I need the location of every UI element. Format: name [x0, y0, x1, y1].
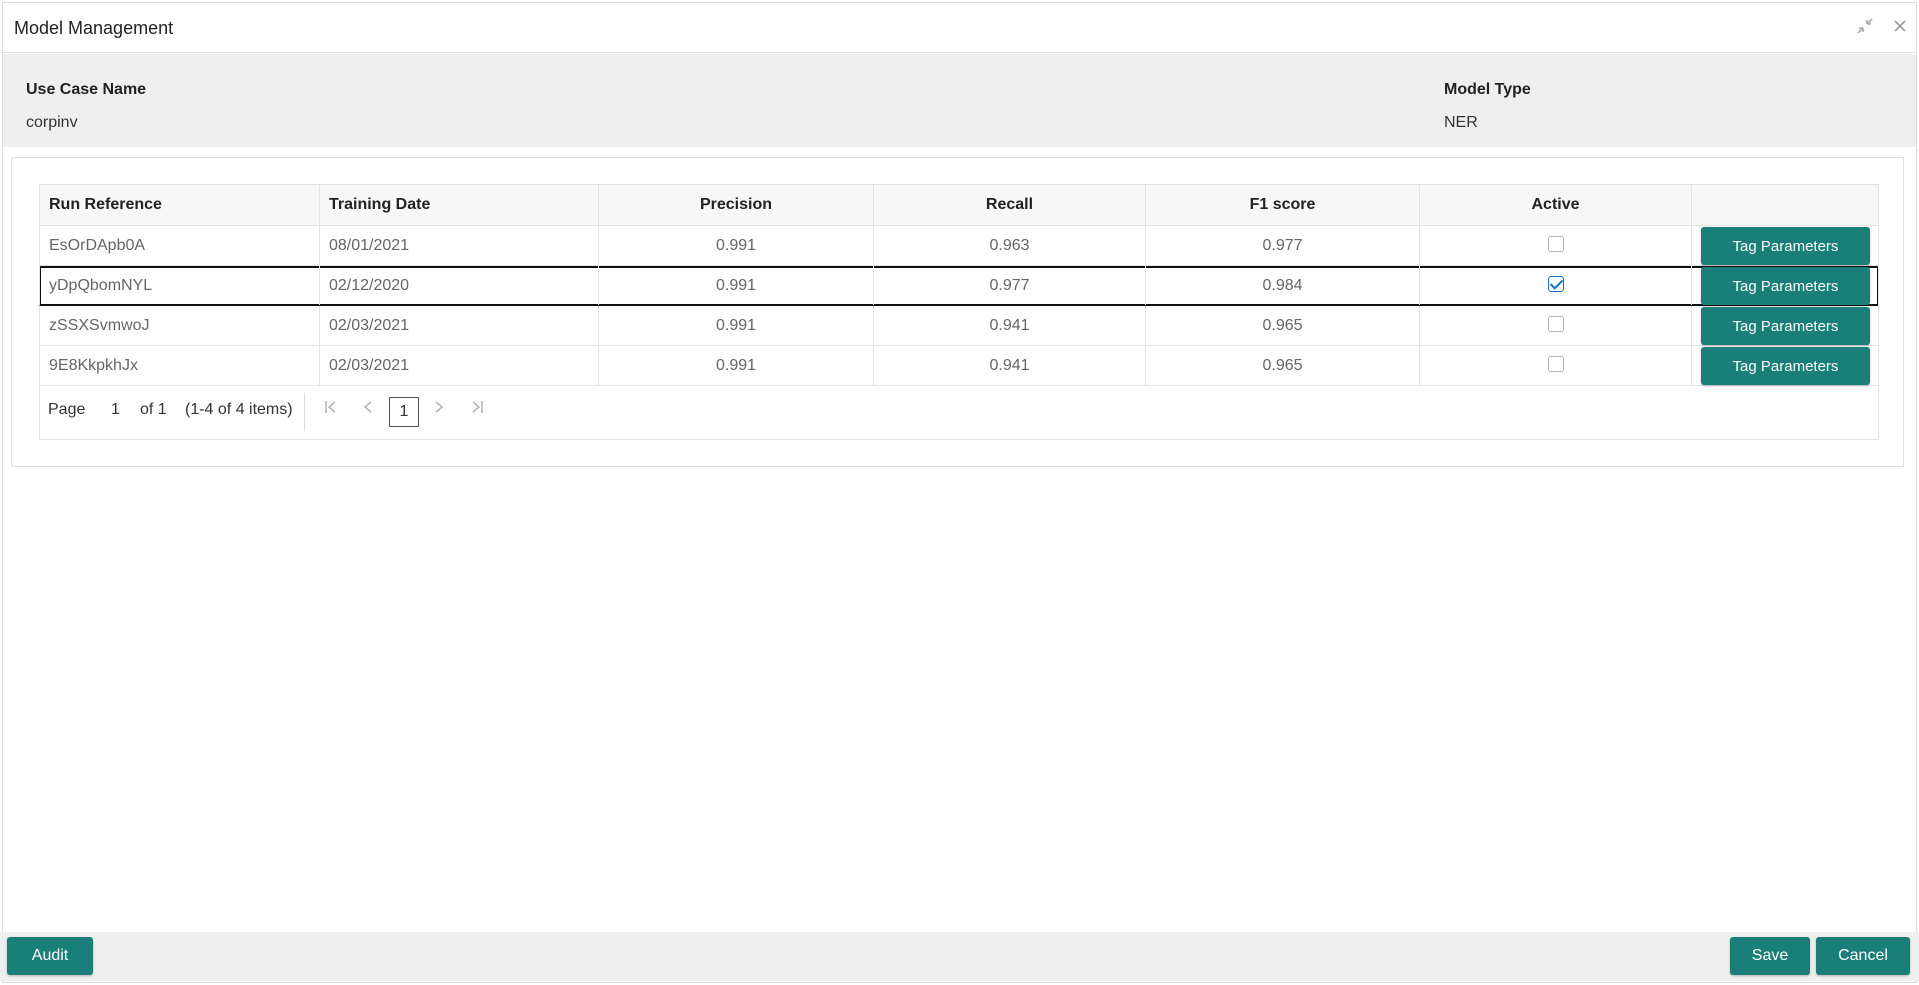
title-bar: Model Management: [3, 3, 1916, 53]
table-row[interactable]: EsOrDApb0A 08/01/2021 0.991 0.963 0.977 …: [39, 226, 1879, 266]
f1-score-cell: 0.977: [1146, 226, 1420, 265]
audit-button[interactable]: Audit: [7, 937, 93, 975]
recall-cell: 0.977: [874, 266, 1146, 305]
action-cell: Tag Parameters: [1692, 306, 1879, 345]
run-reference-cell: 9E8KkpkhJx: [39, 346, 320, 385]
use-case-name-value: corpinv: [26, 114, 78, 131]
f1-score-cell: 0.965: [1146, 306, 1420, 345]
precision-cell: 0.991: [599, 346, 874, 385]
pager-divider: [304, 393, 305, 431]
column-header[interactable]: Training Date: [320, 185, 599, 225]
model-type-label: Model Type: [1444, 81, 1531, 98]
column-header[interactable]: Run Reference: [39, 185, 320, 225]
model-management-dialog: Model Management Use Case Name corpinv M…: [2, 2, 1917, 983]
column-header[interactable]: Active: [1420, 185, 1692, 225]
training-date-cell: 02/03/2021: [320, 346, 599, 385]
training-date-cell: 02/12/2020: [320, 266, 599, 305]
first-page-icon[interactable]: [324, 399, 338, 420]
save-button[interactable]: Save: [1730, 937, 1810, 975]
model-type-value: NER: [1444, 114, 1478, 131]
close-icon[interactable]: [1890, 17, 1910, 37]
action-cell: Tag Parameters: [1692, 226, 1879, 265]
previous-page-icon[interactable]: [362, 399, 374, 420]
column-header[interactable]: Precision: [599, 185, 874, 225]
dialog-footer: Audit Save Cancel: [0, 932, 1919, 981]
active-checkbox[interactable]: [1547, 355, 1564, 372]
table-row[interactable]: 9E8KkpkhJx 02/03/2021 0.991 0.941 0.965 …: [39, 346, 1879, 386]
active-cell: [1420, 346, 1692, 385]
current-page-button[interactable]: 1: [389, 397, 419, 427]
run-reference-cell: EsOrDApb0A: [39, 226, 320, 265]
tag-parameters-button[interactable]: Tag Parameters: [1701, 267, 1870, 305]
column-header[interactable]: F1 score: [1146, 185, 1420, 225]
recall-cell: 0.941: [874, 306, 1146, 345]
pagination-bar: Page 1 of 1 (1-4 of 4 items) 1: [39, 385, 1879, 440]
column-header-actions: [1692, 185, 1879, 225]
items-count-label: (1-4 of 4 items): [185, 401, 293, 418]
collapse-icon[interactable]: [1855, 17, 1875, 37]
active-cell: [1420, 226, 1692, 265]
use-case-name-label: Use Case Name: [26, 81, 147, 98]
precision-cell: 0.991: [599, 306, 874, 345]
next-page-icon[interactable]: [433, 399, 445, 420]
table-row[interactable]: zSSXSvmwoJ 02/03/2021 0.991 0.941 0.965 …: [39, 306, 1879, 346]
run-reference-cell: zSSXSvmwoJ: [39, 306, 320, 345]
tag-parameters-button[interactable]: Tag Parameters: [1701, 347, 1870, 385]
run-reference-cell: yDpQbomNYL: [39, 266, 320, 305]
action-cell: Tag Parameters: [1692, 346, 1879, 385]
cancel-button[interactable]: Cancel: [1816, 937, 1910, 975]
action-cell: Tag Parameters: [1692, 266, 1879, 305]
grid-header: Run Reference Training Date Precision Re…: [39, 184, 1879, 226]
page-number-input[interactable]: 1: [111, 401, 120, 419]
recall-cell: 0.963: [874, 226, 1146, 265]
training-date-cell: 02/03/2021: [320, 306, 599, 345]
active-cell: [1420, 306, 1692, 345]
tag-parameters-button[interactable]: Tag Parameters: [1701, 307, 1870, 345]
active-checkbox[interactable]: [1547, 275, 1564, 292]
column-header[interactable]: Recall: [874, 185, 1146, 225]
active-cell: [1420, 266, 1692, 305]
page-count-label: of 1: [140, 401, 167, 418]
precision-cell: 0.991: [599, 226, 874, 265]
last-page-icon[interactable]: [470, 399, 484, 420]
info-bar: Use Case Name corpinv Model Type NER: [3, 54, 1916, 147]
f1-score-cell: 0.984: [1146, 266, 1420, 305]
tag-parameters-button[interactable]: Tag Parameters: [1701, 227, 1870, 265]
active-checkbox[interactable]: [1547, 235, 1564, 252]
recall-cell: 0.941: [874, 346, 1146, 385]
page-label: Page: [48, 401, 86, 418]
training-date-cell: 08/01/2021: [320, 226, 599, 265]
f1-score-cell: 0.965: [1146, 346, 1420, 385]
table-row[interactable]: yDpQbomNYL 02/12/2020 0.991 0.977 0.984 …: [39, 266, 1879, 306]
precision-cell: 0.991: [599, 266, 874, 305]
active-checkbox[interactable]: [1547, 315, 1564, 332]
dialog-title: Model Management: [14, 18, 174, 38]
